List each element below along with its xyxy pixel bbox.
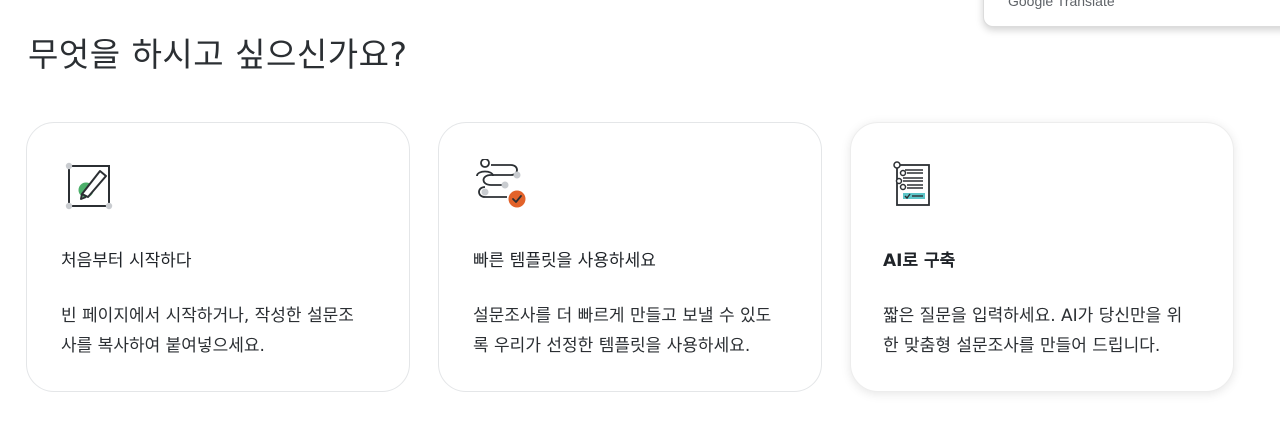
card-description-line: 빈 페이지에서 시작하거나, 작성한 설문조	[61, 306, 354, 326]
template-flow-icon	[473, 158, 527, 213]
card-description-line: 설문조사를 더 빠르게 만들고 보낼 수 있도	[473, 306, 772, 326]
card-title: 처음부터 시작하다	[61, 251, 192, 271]
card-description: 빈 페이지에서 시작하거나, 작성한 설문조 사를 복사하여 붙여넣으세요.	[61, 301, 391, 361]
page: Google Translate 무엇을 하시고 싶으신가요? 처음부터 시작하…	[0, 0, 1280, 437]
card-description-line: 짧은 질문을 입력하세요. AI가 당신만을 위	[883, 306, 1183, 326]
card-description-line: 록 우리가 선정한 템플릿을 사용하세요.	[473, 336, 751, 356]
card-description-line: 한 맞춤형 설문조사를 만들어 드립니다.	[883, 336, 1161, 356]
build-with-ai-card[interactable]: AI로 구축 짧은 질문을 입력하세요. AI가 당신만을 위 한 맞춤형 설문…	[850, 122, 1234, 392]
google-translate-label: Google Translate	[1008, 0, 1115, 9]
card-title: 빠른 템플릿을 사용하세요	[473, 251, 656, 271]
card-description: 설문조사를 더 빠르게 만들고 보낼 수 있도 록 우리가 선정한 템플릿을 사…	[473, 301, 803, 361]
page-title: 무엇을 하시고 싶으신가요?	[28, 35, 408, 74]
ai-checklist-icon	[885, 159, 939, 213]
quick-template-card[interactable]: 빠른 템플릿을 사용하세요 설문조사를 더 빠르게 만들고 보낼 수 있도 록 …	[438, 122, 822, 392]
start-from-scratch-card[interactable]: 처음부터 시작하다 빈 페이지에서 시작하거나, 작성한 설문조 사를 복사하여…	[26, 122, 410, 392]
card-title: AI로 구축	[883, 251, 956, 271]
card-description-line: 사를 복사하여 붙여넣으세요.	[61, 336, 265, 356]
google-translate-popup[interactable]: Google Translate	[983, 0, 1280, 27]
card-description: 짧은 질문을 입력하세요. AI가 당신만을 위 한 맞춤형 설문조사를 만들어…	[883, 301, 1213, 361]
edit-canvas-icon	[61, 159, 115, 213]
